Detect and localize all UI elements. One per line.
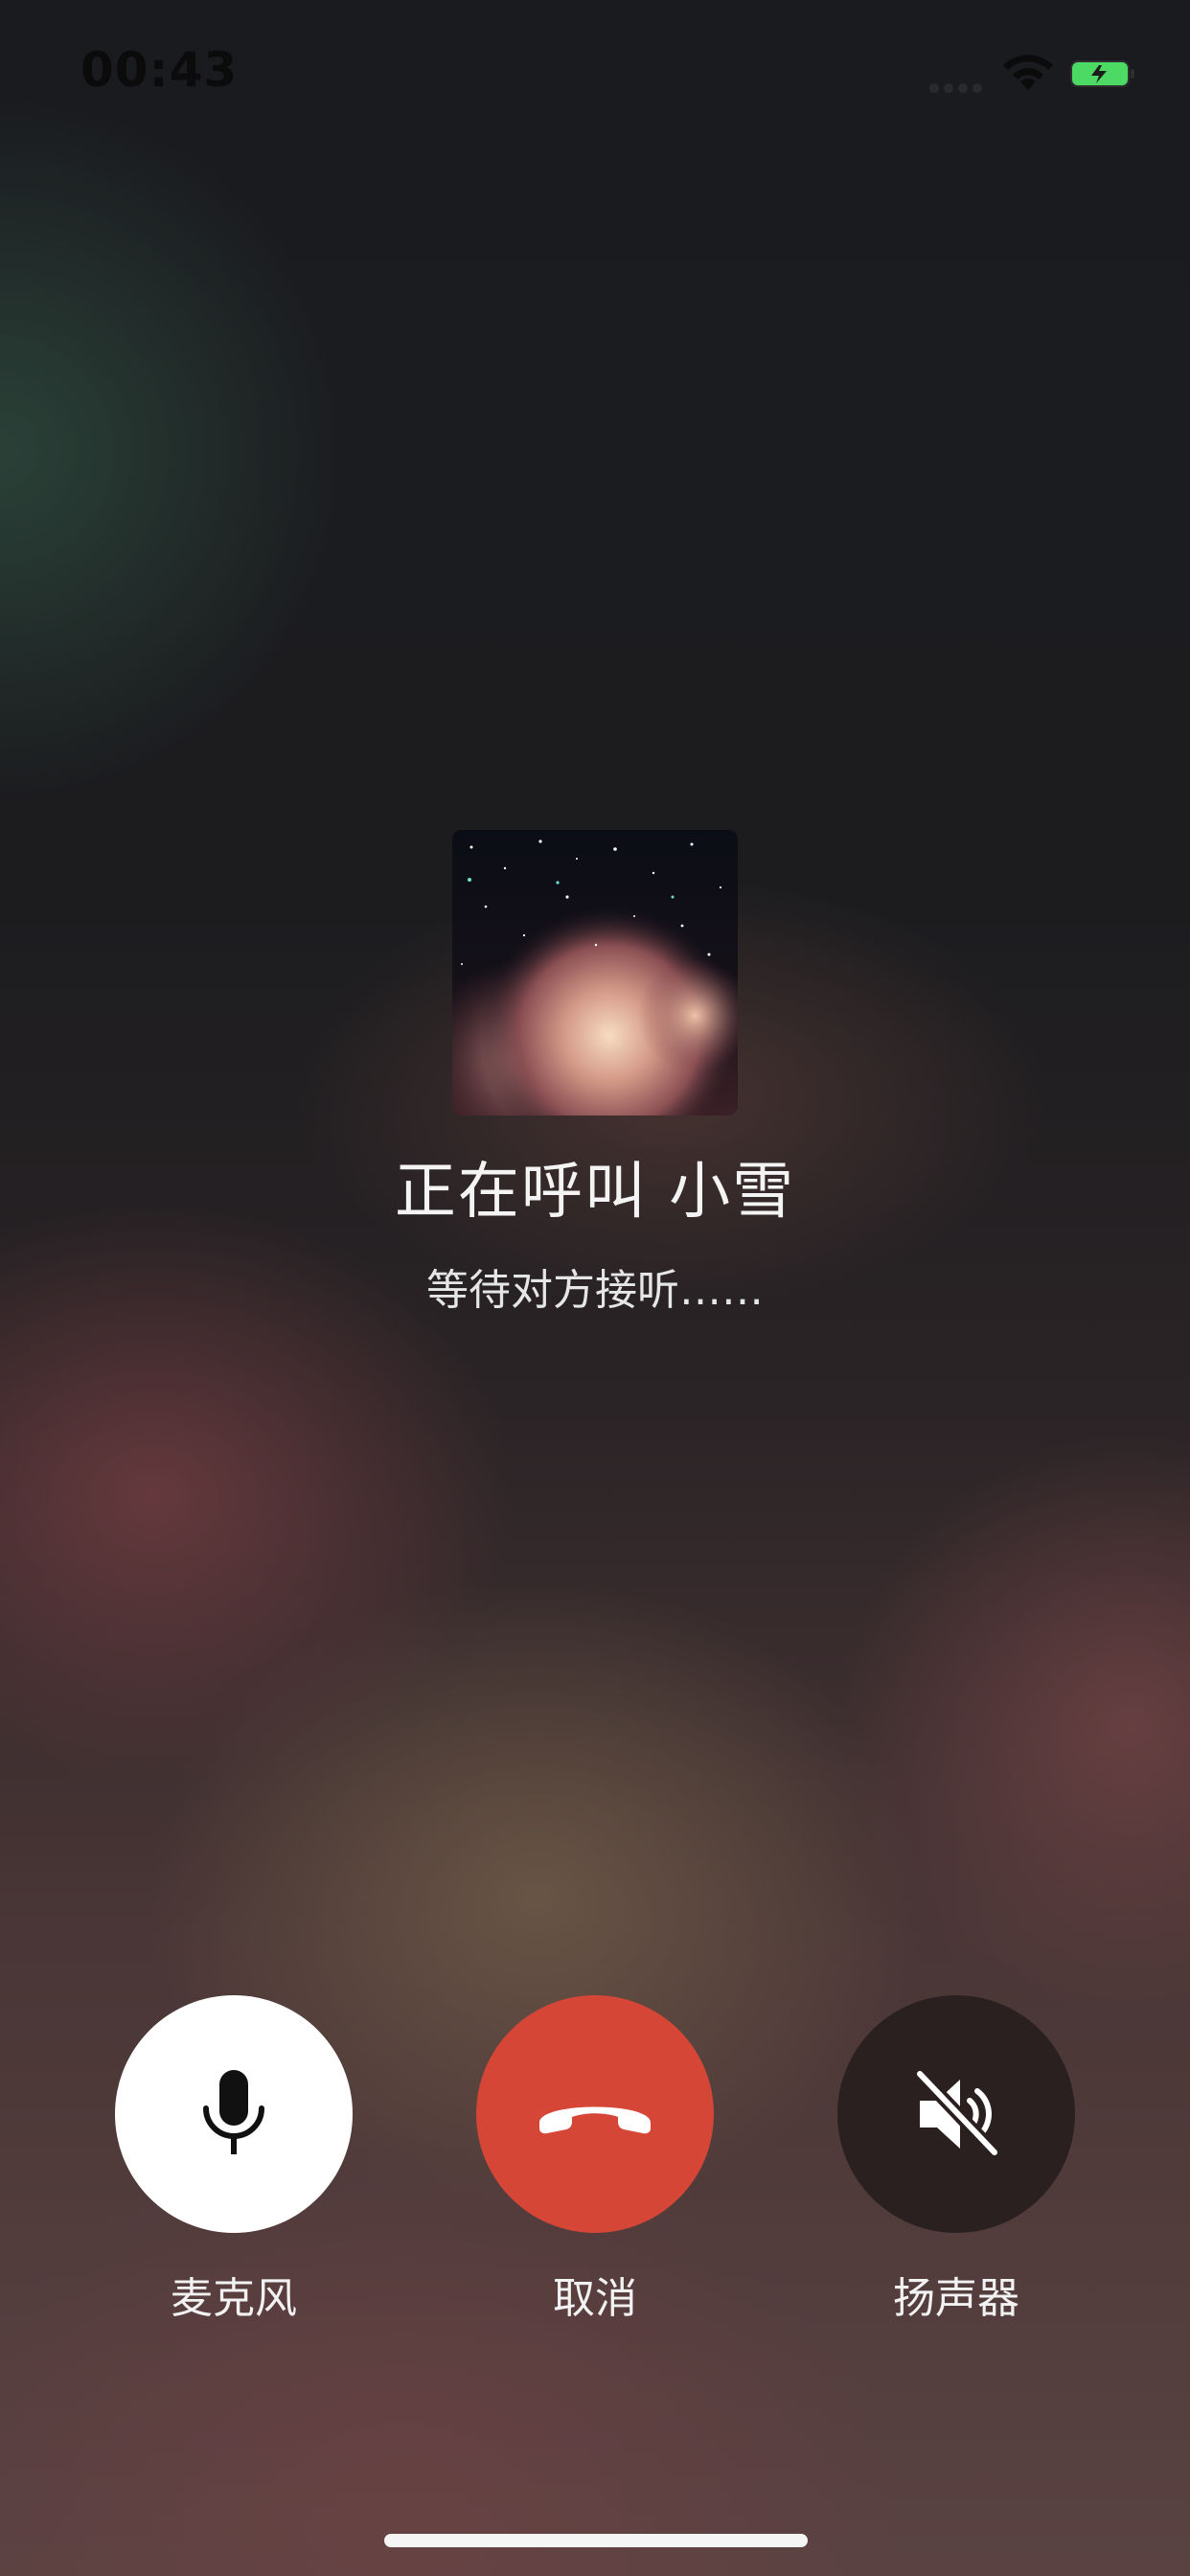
microphone-control: 麦克风 xyxy=(115,1995,353,2323)
cancel-label: 取消 xyxy=(553,2274,637,2323)
cellular-signal-icon xyxy=(929,79,987,93)
speaker-control: 扬声器 xyxy=(837,1995,1075,2323)
speaker-button[interactable] xyxy=(837,1995,1075,2233)
microphone-button[interactable] xyxy=(115,1995,353,2233)
voice-call-screen: 00:43 正在呼叫 小雪 等待对方接听…… 麦克风 取消 扬声器 xyxy=(0,0,1190,2576)
home-indicator[interactable] xyxy=(384,2534,808,2547)
call-status-text: 等待对方接听…… xyxy=(426,1266,764,1315)
wifi-icon xyxy=(1003,55,1053,90)
microphone-label: 麦克风 xyxy=(171,2274,297,2323)
calling-title: 正在呼叫 小雪 xyxy=(394,1157,796,1228)
caller-avatar xyxy=(452,830,738,1116)
nebula-avatar-image xyxy=(452,830,738,1116)
status-bar: 00:43 xyxy=(0,0,1190,144)
status-time: 00:43 xyxy=(80,42,239,98)
cancel-call-button[interactable] xyxy=(476,1995,714,2233)
speaker-label: 扬声器 xyxy=(893,2274,1019,2323)
cancel-control: 取消 xyxy=(476,1995,714,2323)
microphone-icon xyxy=(203,2070,264,2154)
battery-charging-icon xyxy=(1070,60,1134,87)
speaker-muted-icon xyxy=(913,2068,1001,2159)
hang-up-icon xyxy=(539,2106,651,2134)
